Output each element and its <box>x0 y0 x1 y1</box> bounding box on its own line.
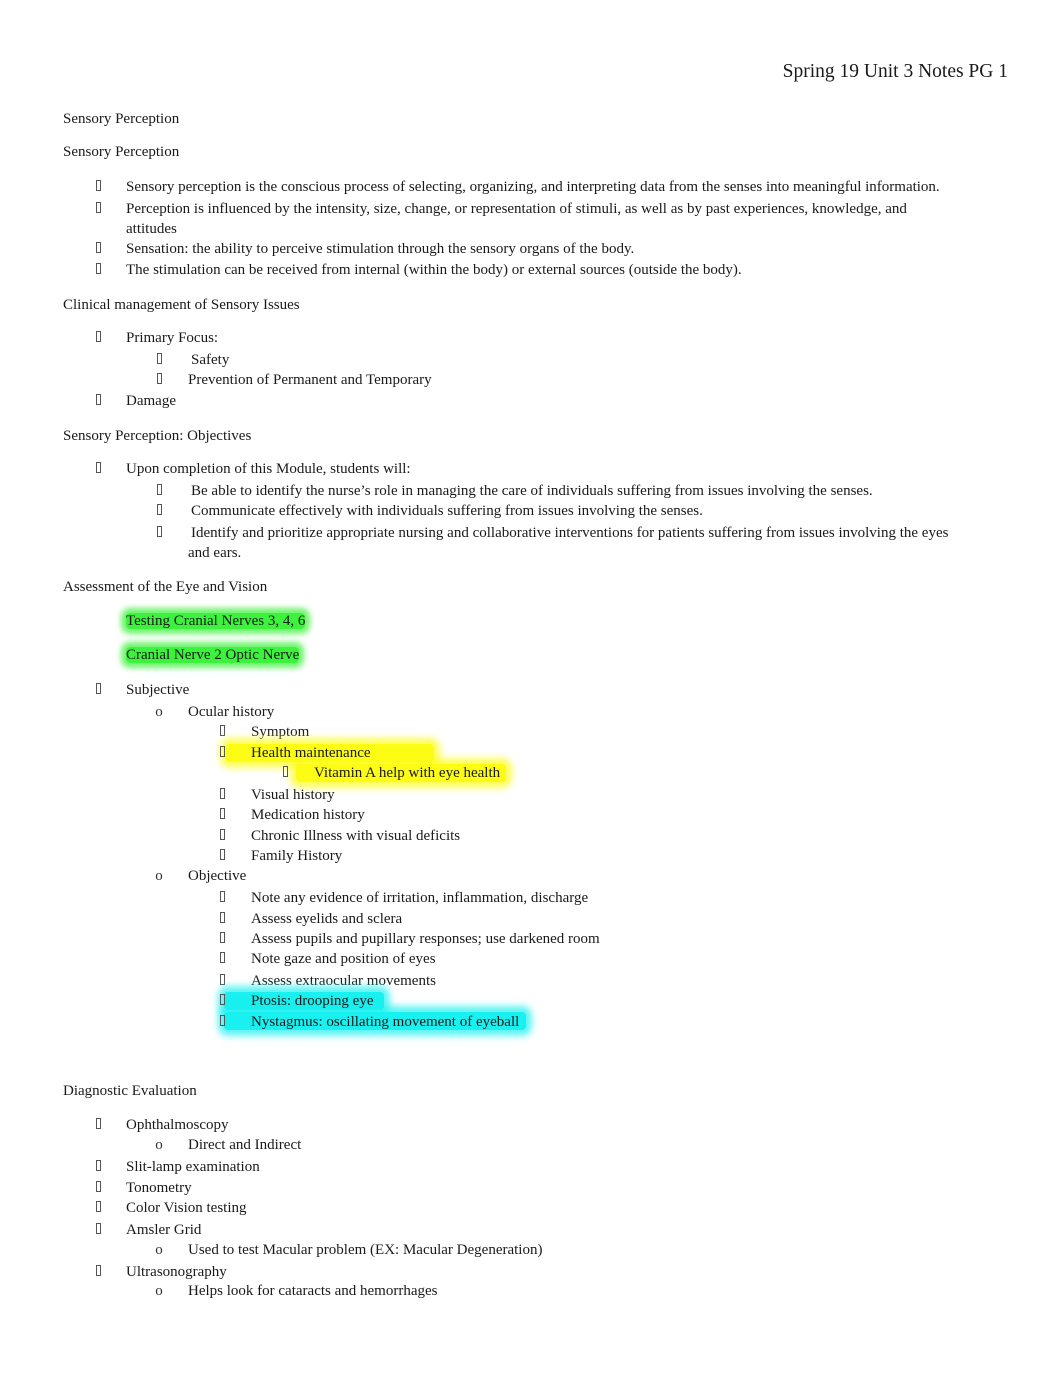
list-item: Subjective <box>126 682 190 698</box>
square-bullet-icon <box>93 331 103 344</box>
square-bullet-icon <box>93 683 103 696</box>
list-item: Note any evidence of irritation, inflamm… <box>251 890 589 906</box>
square-bullet-icon <box>93 1223 103 1236</box>
list-item: Assess eyelids and sclera <box>251 911 403 927</box>
circle-bullet-icon: o <box>155 1137 163 1153</box>
square-bullet-icon <box>93 1118 103 1131</box>
square-bullet-icon <box>93 1201 103 1214</box>
square-bullet-icon <box>93 263 103 276</box>
list-item-continuation: attitudes <box>126 221 177 237</box>
list-item: Assess extraocular movements <box>251 973 436 989</box>
list-item: Family History <box>251 848 343 864</box>
section-heading: Assessment of the Eye and Vision <box>63 579 268 595</box>
square-bullet-icon <box>217 891 227 904</box>
section-heading: Clinical management of Sensory Issues <box>63 297 300 313</box>
list-item: Ocular history <box>188 704 275 720</box>
list-item: Objective <box>188 868 247 884</box>
list-item: Be able to identify the nurse’s role in … <box>191 483 873 499</box>
square-bullet-icon <box>93 180 103 193</box>
list-item: Slit-lamp examination <box>126 1159 260 1175</box>
square-bullet-icon <box>217 1015 227 1028</box>
section-heading: Sensory Perception: Objectives <box>63 428 252 444</box>
square-bullet-icon <box>217 746 227 759</box>
list-item: Helps look for cataracts and hemorrhages <box>188 1283 438 1299</box>
square-bullet-icon <box>217 849 227 862</box>
circle-bullet-icon: o <box>155 1242 163 1258</box>
square-bullet-icon <box>154 353 164 366</box>
section-heading: Sensory Perception <box>63 144 180 160</box>
list-item: Used to test Macular problem (EX: Macula… <box>188 1242 543 1258</box>
square-bullet-icon <box>217 725 227 738</box>
square-bullet-icon <box>217 932 227 945</box>
square-bullet-icon <box>93 1181 103 1194</box>
square-bullet-icon <box>93 202 103 215</box>
square-bullet-icon <box>217 974 227 987</box>
list-item: Sensory perception is the conscious proc… <box>126 179 940 195</box>
list-item: Symptom <box>251 724 310 740</box>
list-item: Perception is influenced by the intensit… <box>126 201 907 217</box>
list-item: Identify and prioritize appropriate nurs… <box>191 525 949 541</box>
square-bullet-icon <box>93 1160 103 1173</box>
square-bullet-icon <box>217 829 227 842</box>
list-item: Safety <box>191 352 230 368</box>
list-item: Damage <box>126 393 176 409</box>
square-bullet-icon <box>280 766 290 779</box>
list-item: Vitamin A help with eye health <box>314 765 501 781</box>
list-item: Primary Focus: <box>126 330 219 346</box>
square-bullet-icon <box>217 788 227 801</box>
list-item: Ptosis: drooping eye <box>251 993 374 1009</box>
highlighted-note: Testing Cranial Nerves 3, 4, 6 <box>126 611 306 631</box>
list-item: Tonometry <box>126 1180 192 1196</box>
section-heading: Sensory Perception <box>63 111 180 127</box>
section-heading: Diagnostic Evaluation <box>63 1083 197 1099</box>
list-item: Ultrasonography <box>126 1264 227 1280</box>
square-bullet-icon <box>93 462 103 475</box>
square-bullet-icon <box>217 808 227 821</box>
list-item: Amsler Grid <box>126 1222 202 1238</box>
square-bullet-icon <box>154 526 164 539</box>
list-item: Nystagmus: oscillating movement of eyeba… <box>251 1014 520 1030</box>
list-item: Chronic Illness with visual deficits <box>251 828 461 844</box>
page-header-title: Spring 19 Unit 3 Notes PG 1 <box>782 61 1008 82</box>
list-item: Visual history <box>251 787 335 803</box>
square-bullet-icon <box>93 394 103 407</box>
list-item: Color Vision testing <box>126 1200 247 1216</box>
square-bullet-icon <box>93 1265 103 1278</box>
highlighted-text: Testing Cranial Nerves 3, 4, 6 <box>126 613 306 629</box>
square-bullet-icon <box>217 912 227 925</box>
square-bullet-icon <box>217 994 227 1007</box>
list-item: Upon completion of this Module, students… <box>126 461 411 477</box>
square-bullet-icon <box>154 504 164 517</box>
circle-bullet-icon: o <box>155 704 163 720</box>
list-item: Sensation: the ability to perceive stimu… <box>126 241 635 257</box>
list-item-continuation: and ears. <box>188 545 242 561</box>
list-item: Medication history <box>251 807 365 823</box>
highlighted-text: Cranial Nerve 2 Optic Nerve <box>126 647 300 663</box>
list-item: Direct and Indirect <box>188 1137 302 1153</box>
square-bullet-icon <box>93 242 103 255</box>
document-page: Spring 19 Unit 3 Notes PG 1 Sensory Perc… <box>0 0 1062 1377</box>
square-bullet-icon <box>217 952 227 965</box>
list-item: Prevention of Permanent and Temporary <box>188 372 432 388</box>
list-item: The stimulation can be received from int… <box>126 262 742 278</box>
highlighted-note: Cranial Nerve 2 Optic Nerve <box>126 645 300 665</box>
list-item: Assess pupils and pupillary responses; u… <box>251 931 600 947</box>
list-item: Communicate effectively with individuals… <box>191 503 703 519</box>
list-item: Health maintenance <box>251 745 371 761</box>
square-bullet-icon <box>154 373 164 386</box>
circle-bullet-icon: o <box>155 868 163 884</box>
list-item: Note gaze and position of eyes <box>251 951 436 967</box>
circle-bullet-icon: o <box>155 1283 163 1299</box>
list-item: Ophthalmoscopy <box>126 1117 229 1133</box>
square-bullet-icon <box>154 484 164 497</box>
